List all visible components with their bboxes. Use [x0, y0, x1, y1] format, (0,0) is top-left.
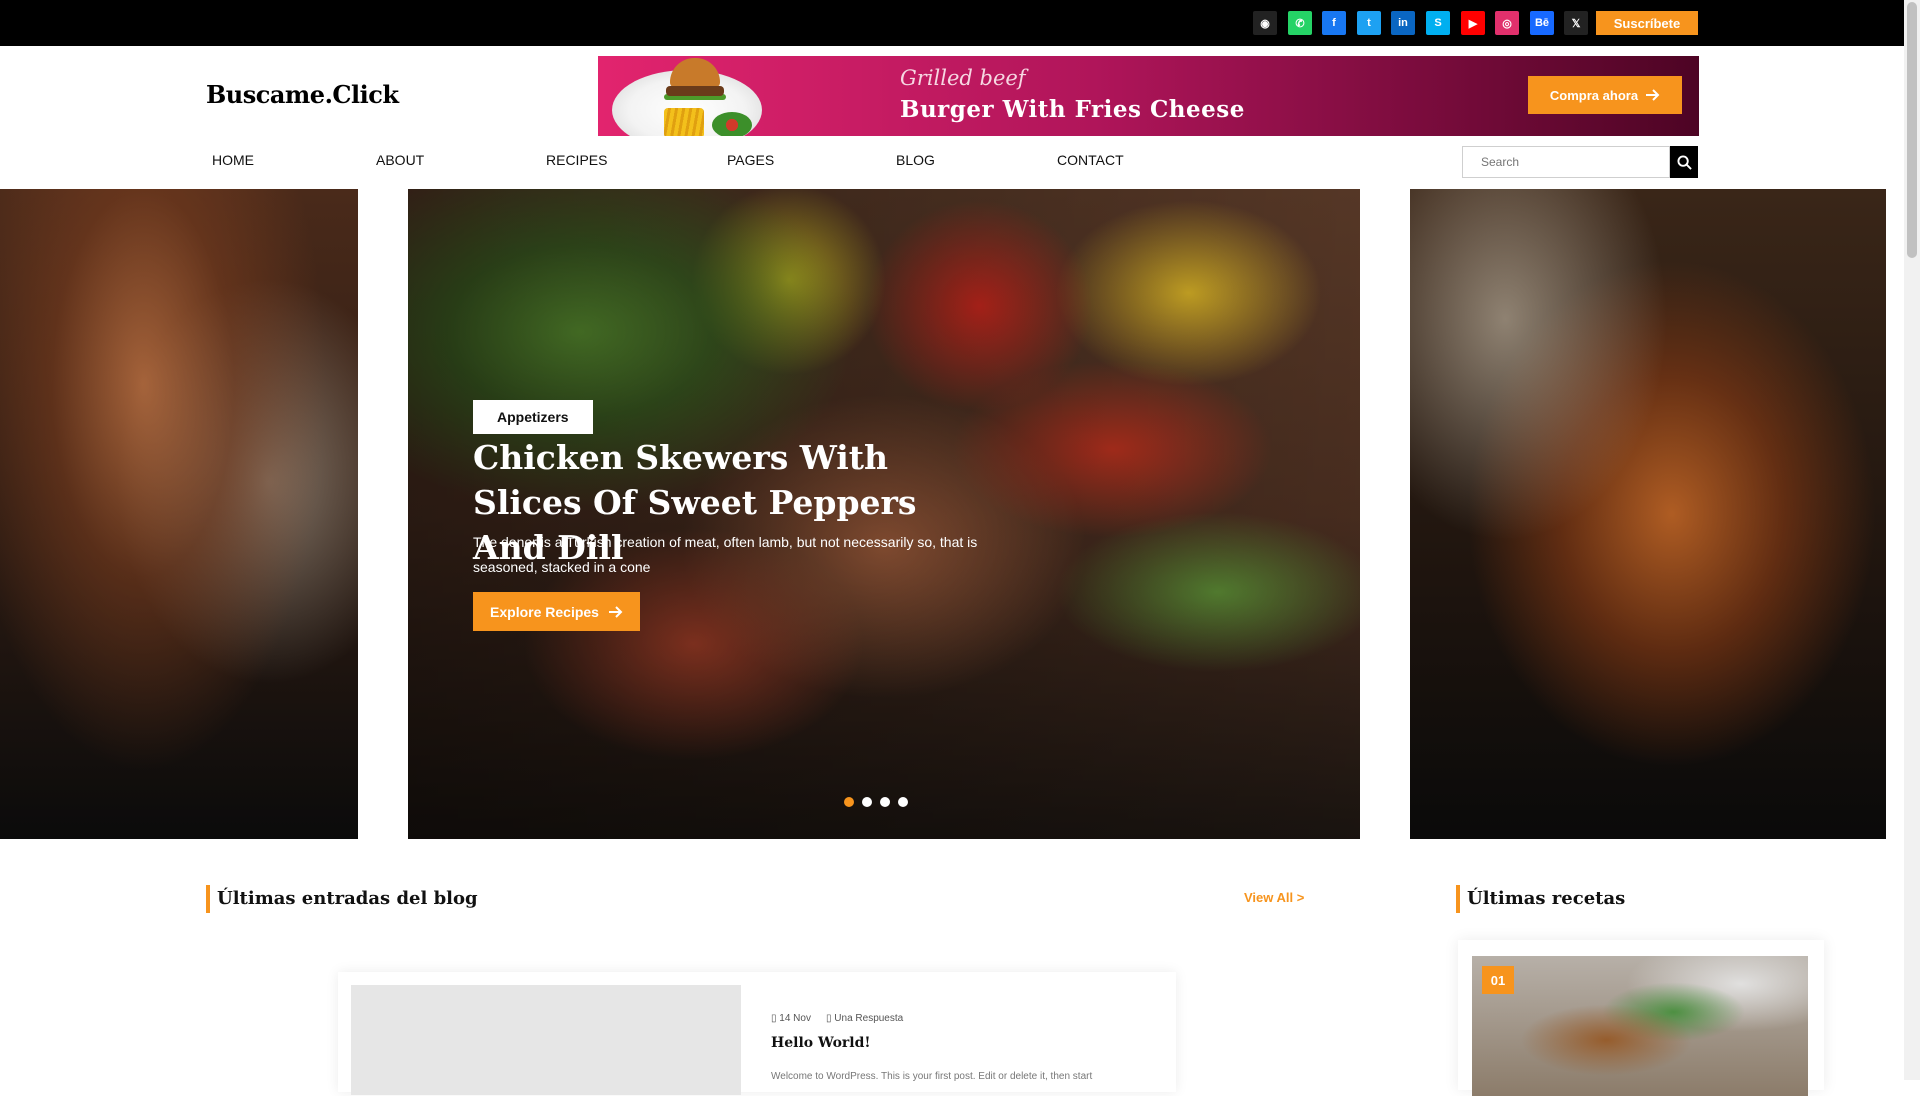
- slide-description: The doner is a Turkish creation of meat,…: [473, 534, 978, 575]
- instagram-icon[interactable]: ◎: [1495, 11, 1519, 35]
- burger-bun: [670, 58, 720, 88]
- skype-icon[interactable]: S: [1426, 11, 1450, 35]
- burger-patty: [666, 86, 724, 96]
- slide-current: Appetizers Chicken Skewers With Slices O…: [408, 189, 1360, 839]
- skype-glyph: S: [1434, 17, 1442, 29]
- post-date: ▯ 14 Nov: [771, 1013, 811, 1024]
- slider-dot-4[interactable]: [898, 797, 908, 807]
- promo-banner[interactable]: Grilled beef Burger With Fries Cheese Co…: [598, 56, 1699, 136]
- post-comments[interactable]: ▯ Una Respuesta: [826, 1013, 903, 1024]
- recipes-section-title: Últimas recetas: [1467, 888, 1626, 909]
- nav-about[interactable]: ABOUT: [376, 152, 424, 168]
- section-accent-bar: [206, 885, 210, 913]
- nav-home[interactable]: HOME: [212, 152, 254, 168]
- recipe-number-badge: 01: [1482, 966, 1514, 994]
- nav-contact[interactable]: CONTACT: [1057, 152, 1124, 168]
- post-title[interactable]: Hello World!: [771, 1035, 871, 1051]
- post-thumbnail[interactable]: [351, 985, 741, 1095]
- blog-post-card[interactable]: ▯ 14 Nov ▯ Una Respuesta Hello World! We…: [338, 972, 1176, 1095]
- slider-dot-3[interactable]: [880, 797, 890, 807]
- youtube-glyph: ▶: [1468, 17, 1478, 30]
- nav-blog[interactable]: BLOG: [896, 152, 935, 168]
- salad: [712, 112, 752, 136]
- whatsapp-glyph: ✆: [1295, 17, 1305, 30]
- recipe-card[interactable]: 01: [1458, 940, 1824, 1096]
- explore-recipes-label: Explore Recipes: [490, 603, 599, 620]
- github-icon[interactable]: ◉: [1253, 11, 1277, 35]
- post-date-text: 14 Nov: [779, 1013, 811, 1024]
- section-accent-bar: [1456, 885, 1460, 913]
- github-glyph: ◉: [1260, 17, 1270, 30]
- slider-dot-2[interactable]: [862, 797, 872, 807]
- category-tag[interactable]: Appetizers: [473, 400, 593, 434]
- banner-subtitle: Grilled beef: [900, 66, 1026, 90]
- blog-section-title: Últimas entradas del blog: [217, 888, 478, 909]
- search-button[interactable]: [1670, 146, 1698, 178]
- food-plate-image: [612, 58, 762, 136]
- x-glyph: 𝕏: [1571, 17, 1581, 30]
- search-input[interactable]: [1462, 146, 1670, 178]
- instagram-glyph: ◎: [1502, 17, 1512, 30]
- slide-previous-image[interactable]: [0, 189, 358, 839]
- view-all-link[interactable]: View All >: [1244, 890, 1304, 905]
- twitter-icon[interactable]: t: [1357, 11, 1381, 35]
- youtube-icon[interactable]: ▶: [1461, 11, 1485, 35]
- scrollbar-thumb[interactable]: [1907, 2, 1917, 258]
- linkedin-icon[interactable]: in: [1391, 11, 1415, 35]
- banner-title: Burger With Fries Cheese: [900, 96, 1245, 123]
- arrow-right-icon: [1646, 89, 1660, 101]
- linkedin-glyph: in: [1398, 17, 1408, 29]
- subscribe-button[interactable]: Suscríbete: [1596, 11, 1698, 35]
- slide-next-image[interactable]: [1410, 189, 1886, 839]
- slider-dot-1[interactable]: [844, 797, 854, 807]
- whatsapp-icon[interactable]: ✆: [1288, 11, 1312, 35]
- x-icon[interactable]: 𝕏: [1564, 11, 1588, 35]
- buy-now-label: Compra ahora: [1549, 87, 1639, 103]
- top-bar: ◉ ✆ f t in S ▶ ◎ Bē 𝕏 Suscríbete: [0, 0, 1904, 46]
- facebook-icon[interactable]: f: [1322, 11, 1346, 35]
- fries: [664, 108, 704, 136]
- post-excerpt: Welcome to WordPress. This is your first…: [771, 1071, 1093, 1082]
- site-logo[interactable]: Buscame.Click: [206, 80, 399, 109]
- search-icon: [1676, 154, 1692, 170]
- post-comments-text: Una Respuesta: [834, 1013, 904, 1024]
- behance-glyph: Bē: [1534, 17, 1550, 29]
- twitter-glyph: t: [1367, 17, 1371, 29]
- nav-pages[interactable]: PAGES: [727, 152, 774, 168]
- arrow-right-icon: [608, 605, 623, 618]
- explore-recipes-button[interactable]: Explore Recipes: [473, 592, 640, 631]
- buy-now-button[interactable]: Compra ahora: [1528, 76, 1682, 114]
- recipe-image[interactable]: 01: [1472, 956, 1808, 1096]
- behance-icon[interactable]: Bē: [1530, 11, 1554, 35]
- nav-recipes[interactable]: RECIPES: [546, 152, 607, 168]
- facebook-glyph: f: [1332, 17, 1336, 29]
